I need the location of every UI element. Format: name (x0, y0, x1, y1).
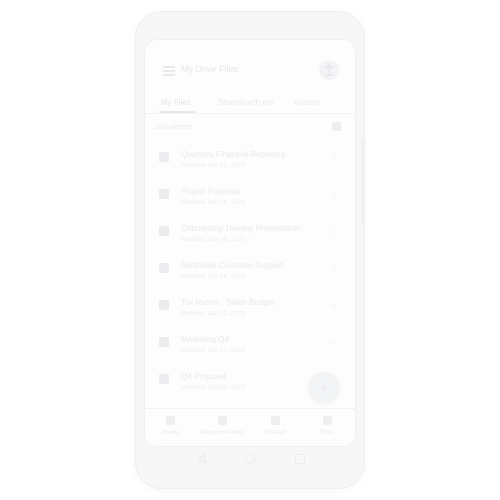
nav-item-home[interactable]: Home (145, 414, 195, 444)
chevron-right-icon: › (332, 263, 335, 273)
chevron-right-icon: › (332, 189, 335, 199)
recent-apps-icon[interactable] (295, 454, 305, 464)
list-item[interactable]: Marketing Q4 Modified Jan 10, 2023 › (145, 323, 355, 360)
list-item[interactable]: Additional Customer Support Modified Jan… (145, 249, 355, 286)
chevron-right-icon: › (332, 152, 335, 162)
app-title: My Drive Files (181, 64, 239, 74)
home-icon (165, 416, 175, 425)
document-icon (159, 337, 169, 347)
grid-view-icon[interactable] (332, 122, 341, 131)
app-header: My Drive Files (145, 40, 355, 100)
document-icon (159, 300, 169, 310)
file-meta: Modified Jan 18, 2023 (181, 199, 245, 206)
file-name: Tax Return - Sales Budget (181, 298, 275, 307)
chevron-right-icon: › (332, 300, 335, 310)
nav-label: Recommended (199, 429, 245, 436)
tabs-divider (145, 113, 355, 114)
list-item[interactable]: Tax Return - Sales Budget Modified Jan 1… (145, 286, 355, 323)
bottom-navigation: Home Recommended Shared Files (145, 408, 355, 446)
nav-label: Shared (264, 429, 286, 436)
file-meta: Modified Jan 23, 2023 (181, 162, 245, 169)
chevron-right-icon: › (332, 337, 335, 347)
list-item[interactable]: Quarterly Financial Reporting Modified J… (145, 138, 355, 175)
phone-side-button (361, 138, 364, 224)
section-label: Documents (155, 122, 193, 131)
file-meta: Modified Jan 16, 2023 (181, 236, 245, 243)
folder-icon (322, 416, 332, 425)
file-meta: Modified Jan 10, 2023 (181, 347, 245, 354)
shared-icon (270, 416, 280, 425)
upload-button[interactable] (319, 60, 339, 80)
tab-shared-with-me[interactable]: Shared with me (218, 98, 274, 107)
app-screen: My Drive Files My Files Shared with me R… (145, 40, 355, 446)
nav-item-files[interactable]: Files (302, 414, 352, 444)
file-name: Project Proposal (181, 187, 240, 196)
system-navigation-bar (145, 450, 355, 470)
add-icon: + (319, 380, 329, 396)
list-item[interactable]: Onboarding Training Presentation Modifie… (145, 212, 355, 249)
file-name: Q4 Proposal (181, 372, 226, 381)
nav-label: Home (161, 429, 179, 436)
tab-recent[interactable]: Recent (294, 98, 319, 107)
document-icon (159, 189, 169, 199)
document-icon (159, 226, 169, 236)
file-name: Additional Customer Support (181, 261, 284, 270)
file-meta: Modified Jan 14, 2023 (181, 273, 245, 280)
nav-item-recommended[interactable]: Recommended (197, 414, 247, 444)
file-meta: Modified Jan 08, 2023 (181, 384, 245, 391)
document-icon (159, 374, 169, 384)
document-icon (159, 263, 169, 273)
add-file-button[interactable]: + (308, 372, 340, 404)
upload-icon (325, 64, 333, 76)
menu-icon[interactable] (163, 66, 175, 76)
file-name: Marketing Q4 (181, 335, 230, 344)
file-meta: Modified Jan 12, 2023 (181, 310, 245, 317)
file-name: Quarterly Financial Reporting (181, 150, 286, 159)
file-name: Onboarding Training Presentation (181, 224, 301, 233)
document-icon (159, 152, 169, 162)
back-icon[interactable] (197, 454, 207, 464)
tab-my-files[interactable]: My Files (161, 98, 191, 107)
nav-label: Files (320, 429, 334, 436)
people-icon (217, 416, 227, 425)
file-list: Quarterly Financial Reporting Modified J… (145, 138, 355, 397)
list-item[interactable]: Project Proposal Modified Jan 18, 2023 › (145, 175, 355, 212)
home-button-icon[interactable] (245, 454, 255, 464)
chevron-right-icon: › (332, 226, 335, 236)
nav-item-shared[interactable]: Shared (250, 414, 300, 444)
